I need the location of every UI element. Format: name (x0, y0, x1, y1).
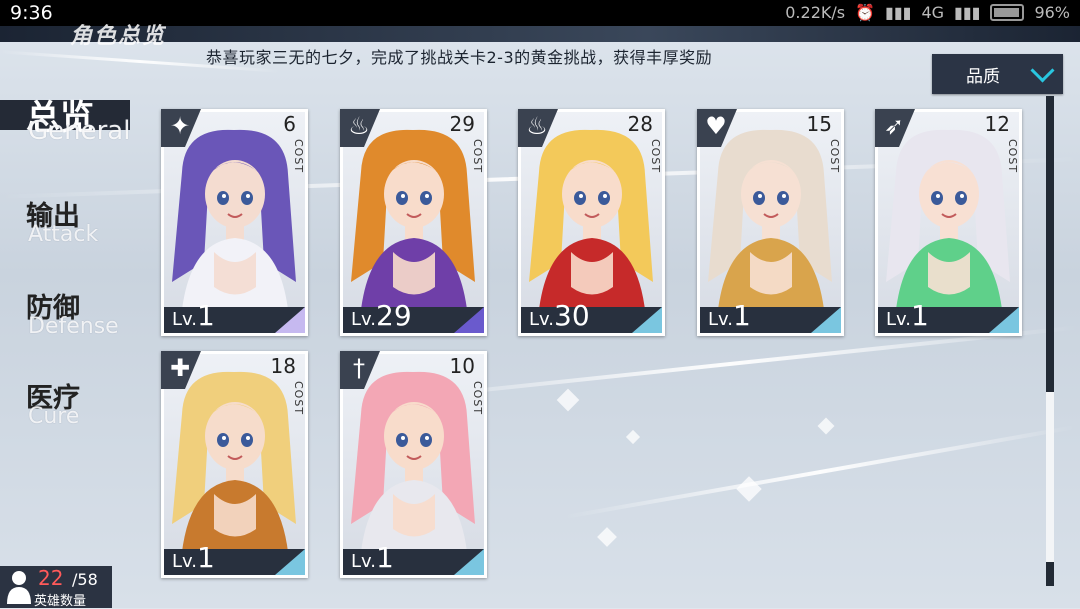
person-icon (7, 571, 31, 604)
level-value: 1 (911, 299, 929, 332)
level-prefix: Lv. (172, 309, 198, 330)
level-bar: Lv.30 (521, 299, 662, 333)
tab-attack[interactable]: 输出 Attack (0, 194, 135, 254)
level-text: Lv.1 (172, 541, 215, 574)
level-prefix: Lv. (351, 551, 377, 572)
level-value: 30 (554, 299, 590, 332)
battery-level: 96% (1034, 3, 1070, 22)
level-bar-accent (454, 549, 484, 575)
level-bar: Lv.1 (343, 541, 484, 575)
quality-filter-label: 品质 (966, 66, 1000, 87)
battery-icon (990, 4, 1025, 21)
level-text: Lv.1 (172, 299, 215, 332)
card-cost-label: COST (471, 139, 484, 174)
hero-count-panel: 22 /58 英雄数量 (0, 566, 112, 609)
card-cost-label: COST (649, 139, 662, 174)
tab-attack-sublabel: Attack (28, 222, 99, 247)
scrollbar-thumb[interactable] (1046, 392, 1054, 562)
hero-card[interactable]: ✚ 18 COST Lv.1 (161, 351, 308, 578)
card-cost-value: 18 (270, 354, 296, 378)
card-cost-value: 28 (627, 112, 653, 136)
card-cost-value: 29 (449, 112, 475, 136)
quality-filter-button[interactable]: 品质 (932, 54, 1063, 94)
hero-card[interactable]: ♥ 15 COST Lv.1 (697, 109, 844, 336)
signal-icon: ▮▮▮ (885, 3, 912, 22)
tab-cure[interactable]: 医疗 Cure (0, 376, 135, 436)
tab-defense-sublabel: Defense (28, 314, 119, 339)
level-prefix: Lv. (351, 309, 377, 330)
level-value: 1 (376, 541, 394, 574)
hero-card[interactable]: ♨ 28 COST Lv.30 (518, 109, 665, 336)
level-prefix: Lv. (708, 309, 734, 330)
card-cost-label: COST (1006, 139, 1019, 174)
bg-shard (597, 527, 617, 547)
level-value: 29 (376, 299, 412, 332)
level-bar: Lv.1 (878, 299, 1019, 333)
level-bar-accent (989, 307, 1019, 333)
hero-card[interactable]: † 10 COST Lv.1 (340, 351, 487, 578)
bg-shard (556, 388, 580, 412)
tab-general[interactable]: 总览 General (0, 94, 135, 154)
hero-card[interactable]: ➶ 12 COST Lv.1 (875, 109, 1022, 336)
tab-general-sublabel: General (28, 116, 131, 146)
level-text: Lv.1 (708, 299, 751, 332)
level-bar-accent (275, 549, 305, 575)
level-bar: Lv.1 (164, 541, 305, 575)
level-value: 1 (197, 299, 215, 332)
status-time: 9:36 (10, 2, 53, 24)
bg-light-streak (563, 424, 1077, 520)
level-value: 1 (733, 299, 751, 332)
level-text: Lv.30 (529, 299, 590, 332)
level-prefix: Lv. (172, 551, 198, 572)
card-cost-label: COST (292, 381, 305, 416)
page-title: 角色总览 (70, 24, 167, 49)
level-bar-accent (454, 307, 484, 333)
hero-card[interactable]: ♨ 29 COST Lv.29 (340, 109, 487, 336)
card-cost-label: COST (292, 139, 305, 174)
card-cost-label: COST (828, 139, 841, 174)
bg-shard (625, 429, 641, 445)
alarm-icon: ⏰ (855, 3, 876, 22)
card-cost-value: 12 (984, 112, 1010, 136)
announcement-ticker: 恭喜玩家三无的七夕，完成了挑战关卡2-3的黄金挑战，获得丰厚奖励 (206, 48, 713, 67)
card-cost-label: COST (471, 381, 484, 416)
signal-icon: ▮▮▮ (954, 3, 981, 22)
hero-count-label: 英雄数量 (34, 594, 87, 609)
level-prefix: Lv. (529, 309, 555, 330)
hero-count-total: /58 (72, 570, 98, 589)
tab-defense[interactable]: 防御 Defense (0, 286, 135, 346)
card-cost-value: 6 (283, 112, 296, 136)
level-bar-accent (275, 307, 305, 333)
level-bar: Lv.1 (164, 299, 305, 333)
level-text: Lv.1 (351, 541, 394, 574)
chevron-down-icon (1030, 58, 1055, 83)
level-bar: Lv.29 (343, 299, 484, 333)
level-bar: Lv.1 (700, 299, 841, 333)
card-cost-value: 10 (449, 354, 475, 378)
level-bar-accent (632, 307, 662, 333)
level-bar-accent (811, 307, 841, 333)
hero-count-current: 22 (38, 566, 64, 590)
status-indicators: 0.22K/s ⏰ ▮▮▮ 4G ▮▮▮ 96% (785, 3, 1070, 22)
level-text: Lv.1 (886, 299, 929, 332)
card-cost-value: 15 (806, 112, 832, 136)
level-value: 1 (197, 541, 215, 574)
level-text: Lv.29 (351, 299, 412, 332)
tab-cure-sublabel: Cure (28, 404, 80, 429)
bg-shard (817, 417, 835, 435)
network-speed: 0.22K/s (785, 3, 846, 22)
level-prefix: Lv. (886, 309, 912, 330)
hero-card[interactable]: ✦ 6 COST Lv.1 (161, 109, 308, 336)
network-type: 4G (921, 3, 945, 22)
